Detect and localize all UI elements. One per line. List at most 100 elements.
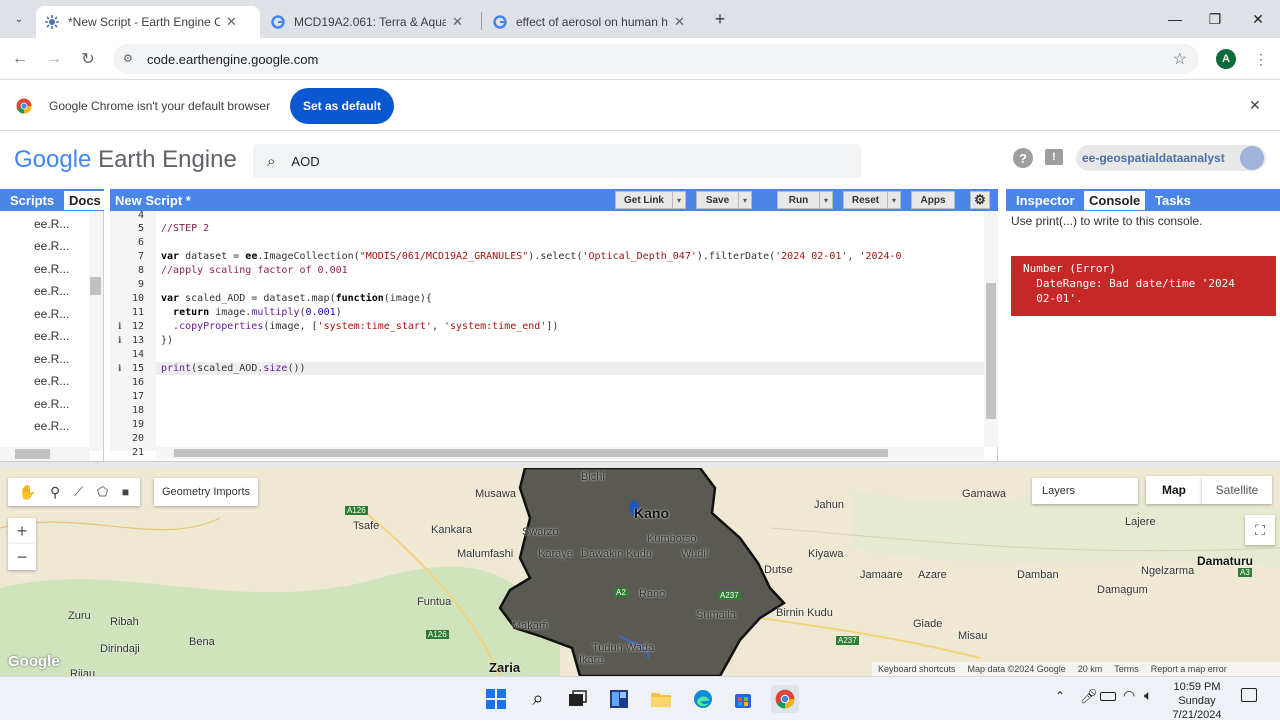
tab-tasks[interactable]: Tasks bbox=[1150, 191, 1196, 210]
profile-avatar[interactable]: A bbox=[1216, 49, 1236, 69]
windows-start-icon[interactable] bbox=[482, 685, 510, 713]
pan-hand-icon[interactable]: ✋ bbox=[19, 484, 36, 501]
save-dropdown[interactable]: ▾ bbox=[738, 191, 752, 209]
search-box[interactable]: ⌕ AOD bbox=[253, 144, 861, 178]
apps-button[interactable]: Apps bbox=[911, 191, 955, 209]
info-marker-icon[interactable]: ℹ bbox=[118, 335, 121, 346]
set-as-default-button[interactable]: Set as default bbox=[290, 88, 394, 124]
scrollbar-thumb[interactable] bbox=[15, 449, 50, 459]
get-link-dropdown[interactable]: ▾ bbox=[672, 191, 686, 209]
reset-dropdown[interactable]: ▾ bbox=[887, 191, 901, 209]
new-tab-button[interactable]: + bbox=[709, 8, 731, 30]
microsoft-store-icon[interactable] bbox=[729, 685, 757, 713]
docs-item[interactable]: ee.R... bbox=[34, 307, 69, 321]
browser-tab-new-script[interactable]: *New Script - Earth Engine Code Editor ✕ bbox=[36, 6, 260, 38]
editor-vscrollbar[interactable] bbox=[984, 211, 998, 447]
tab-docs[interactable]: Docs bbox=[64, 191, 106, 210]
rectangle-draw-icon[interactable]: ■ bbox=[122, 485, 129, 499]
windows-taskbar: ⌕ ⌃ 🎤︎ ◠ 🔈︎ 10:59 PM Sunday 7/21/2024 bbox=[0, 676, 1280, 722]
editor-hscrollbar[interactable] bbox=[156, 447, 984, 459]
browser-tab-mcd19a2[interactable]: MCD19A2.061: Terra & Aqua MAIAC Land Aer… bbox=[262, 6, 482, 38]
tab-console[interactable]: Console bbox=[1084, 191, 1146, 210]
docs-item[interactable]: ee.R... bbox=[34, 217, 69, 231]
tab-scripts[interactable]: Scripts bbox=[5, 191, 59, 210]
docs-item[interactable]: ee.R... bbox=[34, 329, 69, 343]
close-tab-icon[interactable]: ✕ bbox=[674, 14, 685, 30]
run-dropdown[interactable]: ▾ bbox=[819, 191, 833, 209]
address-bar[interactable]: ⚙ code.earthengine.google.com ☆ bbox=[113, 44, 1199, 74]
docs-item[interactable]: ee.R... bbox=[34, 419, 69, 433]
save-button[interactable]: Save bbox=[696, 191, 739, 209]
docs-item[interactable]: ee.R... bbox=[34, 284, 69, 298]
geometry-imports-button[interactable]: Geometry Imports bbox=[154, 478, 258, 506]
settings-gear-icon[interactable]: ⚙ bbox=[970, 191, 990, 209]
docs-hscrollbar[interactable] bbox=[0, 447, 89, 461]
default-browser-infobar: Google Chrome isn't your default browser… bbox=[0, 81, 1280, 131]
help-icon[interactable]: ? bbox=[1013, 148, 1033, 168]
reload-button[interactable]: ↻ bbox=[77, 48, 99, 70]
forward-button[interactable]: → bbox=[43, 48, 65, 70]
close-tab-icon[interactable]: ✕ bbox=[452, 14, 463, 30]
chrome-taskbar-icon[interactable] bbox=[771, 685, 799, 713]
wifi-icon[interactable]: ◠ bbox=[1123, 687, 1135, 704]
scrollbar-thumb[interactable] bbox=[90, 277, 101, 295]
fullscreen-icon[interactable]: ⛶ bbox=[1245, 515, 1275, 545]
bookmark-star-icon[interactable]: ☆ bbox=[1173, 49, 1187, 69]
widgets-icon[interactable] bbox=[605, 685, 633, 713]
volume-icon[interactable]: 🔈︎ bbox=[1144, 687, 1152, 704]
map-type-satellite-button[interactable]: Satellite bbox=[1202, 476, 1272, 504]
terms-link[interactable]: Terms bbox=[1114, 664, 1139, 674]
docs-item[interactable]: ee.R... bbox=[34, 262, 69, 276]
notification-icon[interactable] bbox=[1241, 688, 1257, 702]
map-type-map-button[interactable]: Map bbox=[1146, 476, 1202, 504]
zoom-out-button[interactable]: − bbox=[8, 544, 36, 570]
console-error-message[interactable]: Number (Error) DateRange: Bad date/time … bbox=[1011, 256, 1276, 316]
earth-engine-logo[interactable]: Google Earth Engine bbox=[14, 146, 237, 174]
run-button[interactable]: Run bbox=[777, 191, 820, 209]
feedback-icon[interactable]: ! bbox=[1045, 149, 1063, 165]
map-resize-handle[interactable] bbox=[0, 461, 1280, 468]
line-number: 7 bbox=[137, 251, 144, 262]
close-infobar-icon[interactable]: ✕ bbox=[1249, 97, 1261, 114]
search-input[interactable]: AOD bbox=[291, 154, 319, 169]
docs-item[interactable]: ee.R... bbox=[34, 352, 69, 366]
line-draw-icon[interactable]: ⟋ bbox=[74, 484, 83, 500]
close-tab-icon[interactable]: ✕ bbox=[226, 14, 237, 30]
map-canvas[interactable]: Bichi Kano Kumbotso Musawa Tsafe Kankara… bbox=[0, 468, 1280, 676]
point-marker-icon[interactable]: ⚲ bbox=[50, 484, 60, 501]
polygon-draw-icon[interactable]: ⬠ bbox=[97, 484, 108, 500]
menu-icon[interactable]: ⋮ bbox=[1250, 48, 1272, 70]
tray-chevron-icon[interactable]: ⌃ bbox=[1055, 689, 1065, 703]
site-info-icon[interactable]: ⚙ bbox=[123, 52, 133, 65]
clock[interactable]: 10:59 PM Sunday 7/21/2024 bbox=[1166, 680, 1228, 722]
reset-button[interactable]: Reset bbox=[843, 191, 888, 209]
microphone-icon[interactable]: 🎤︎ bbox=[1080, 688, 1098, 705]
layers-button[interactable]: Layers bbox=[1032, 478, 1138, 504]
keyboard-shortcuts-link[interactable]: Keyboard shortcuts bbox=[878, 664, 956, 674]
close-window-button[interactable]: ✕ bbox=[1246, 8, 1270, 30]
edge-browser-icon[interactable] bbox=[689, 685, 717, 713]
scrollbar-thumb[interactable] bbox=[174, 449, 888, 457]
report-error-link[interactable]: Report a map error bbox=[1151, 664, 1227, 674]
get-link-button[interactable]: Get Link bbox=[615, 191, 673, 209]
browser-tab-aerosol-health[interactable]: effect of aerosol on human health ✕ bbox=[484, 6, 704, 38]
docs-scrollbar[interactable] bbox=[89, 211, 103, 451]
battery-icon[interactable] bbox=[1100, 692, 1116, 701]
zoom-in-button[interactable]: + bbox=[8, 518, 36, 544]
docs-item[interactable]: ee.R... bbox=[34, 239, 69, 253]
docs-item[interactable]: ee.R... bbox=[34, 374, 69, 388]
info-marker-icon[interactable]: ℹ bbox=[118, 321, 121, 332]
search-icon[interactable]: ⌕ bbox=[524, 685, 552, 713]
file-explorer-icon[interactable] bbox=[647, 685, 675, 713]
back-button[interactable]: ← bbox=[9, 48, 31, 70]
restore-window-button[interactable]: ❐ bbox=[1203, 8, 1227, 30]
info-marker-icon[interactable]: ℹ bbox=[118, 363, 121, 374]
account-chip[interactable]: ee-geospatialdataanalyst bbox=[1076, 145, 1266, 171]
minimize-window-button[interactable]: — bbox=[1163, 8, 1187, 30]
scrollbar-thumb[interactable] bbox=[986, 283, 996, 419]
tab-inspector[interactable]: Inspector bbox=[1011, 191, 1080, 210]
task-view-icon[interactable] bbox=[563, 685, 591, 713]
code-editor[interactable]: 4 5 6 7 8 9 10 11 12 13 14 15 16 17 18 1… bbox=[110, 210, 998, 461]
tab-search-button[interactable]: ⌄ bbox=[8, 8, 30, 30]
docs-item[interactable]: ee.R... bbox=[34, 397, 69, 411]
